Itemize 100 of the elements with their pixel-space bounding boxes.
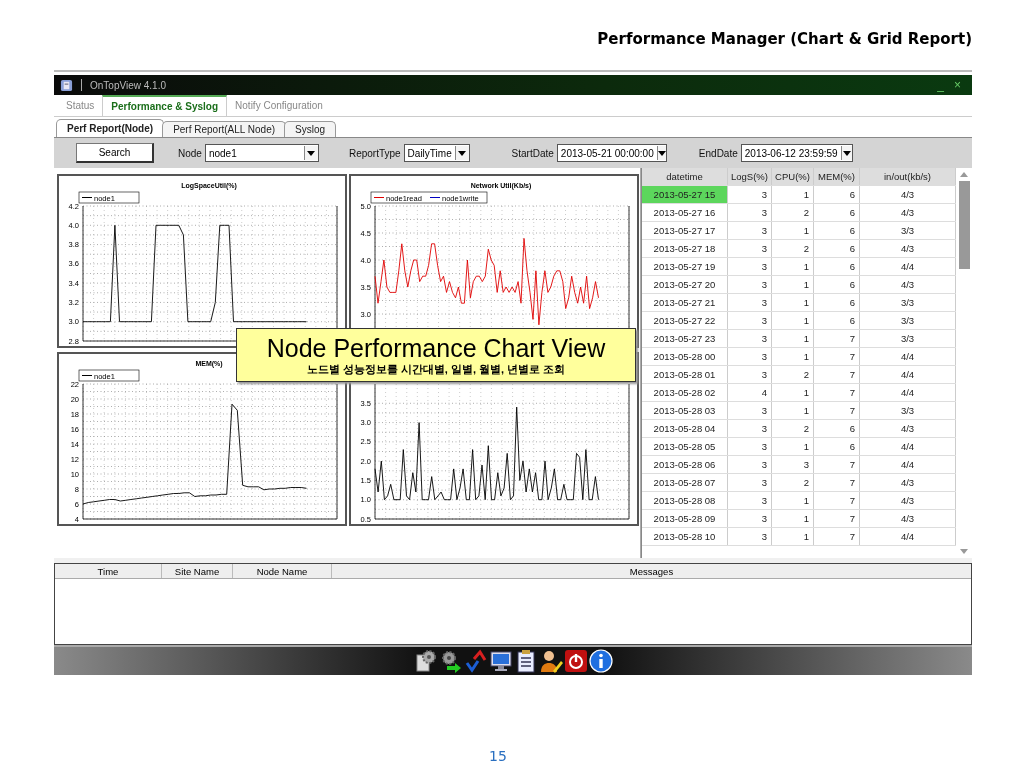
table-cell: 3 <box>728 438 772 455</box>
caret-icon <box>458 150 467 156</box>
column-header[interactable]: Time <box>55 564 162 578</box>
table-cell: 7 <box>814 384 860 401</box>
table-cell: 3 <box>728 402 772 419</box>
table-cell: 2013-05-28 03 <box>642 402 728 419</box>
user-pencil-icon[interactable] <box>538 649 563 673</box>
close-button[interactable]: × <box>949 78 966 92</box>
table-cell: 6 <box>814 294 860 311</box>
table-cell: 6 <box>814 438 860 455</box>
power-icon[interactable] <box>563 649 588 673</box>
table-cell: 2 <box>772 366 814 383</box>
callout-title: Node Performance Chart View <box>266 333 606 362</box>
table-cell: 6 <box>814 240 860 257</box>
table-cell: 1 <box>772 294 814 311</box>
gear-document-icon[interactable] <box>413 649 438 673</box>
table-cell: 6 <box>814 420 860 437</box>
slide-title: Performance Manager (Chart & Grid Report) <box>597 30 972 48</box>
table-cell: 1 <box>772 348 814 365</box>
table-cell: 3 <box>728 528 772 545</box>
table-cell: 3/3 <box>860 402 956 419</box>
page-number: 15 <box>489 748 507 764</box>
table-cell: 3 <box>728 204 772 221</box>
table-cell: 3 <box>728 240 772 257</box>
table-cell: 2013-05-27 15 <box>642 186 728 203</box>
dropdown[interactable]: 2013-06-12 23:59:59 <box>740 144 853 162</box>
monitor-icon[interactable] <box>488 649 513 673</box>
table-cell: 3 <box>728 456 772 473</box>
search-button[interactable]: Search <box>76 143 154 163</box>
app-icon <box>60 78 73 92</box>
sub-tab[interactable]: Syslog <box>284 121 337 137</box>
scroll-down-icon[interactable] <box>960 549 968 554</box>
table-cell: 2 <box>772 240 814 257</box>
table-cell: 4/4 <box>860 456 956 473</box>
table-cell: 3 <box>728 276 772 293</box>
caret-icon <box>842 150 851 156</box>
table-cell: 7 <box>814 510 860 527</box>
table-cell: 1 <box>772 438 814 455</box>
table-cell: 3/3 <box>860 312 956 329</box>
column-header[interactable]: CPU(%) <box>772 168 814 185</box>
dropdown[interactable]: DailyTime <box>403 144 470 162</box>
table-cell: 2 <box>772 474 814 491</box>
scroll-thumb[interactable] <box>958 181 970 269</box>
field-label: Node <box>178 147 202 159</box>
table-cell: 2013-05-28 00 <box>642 348 728 365</box>
field-label: EndDate <box>698 147 738 159</box>
table-cell: 6 <box>814 222 860 239</box>
table-cell: 7 <box>814 528 860 545</box>
table-cell: 1 <box>772 258 814 275</box>
table-cell: 2013-05-28 06 <box>642 456 728 473</box>
table-cell: 1 <box>772 222 814 239</box>
table-cell: 2013-05-28 08 <box>642 492 728 509</box>
table-cell: 4/3 <box>860 240 956 257</box>
table-cell: 3 <box>728 312 772 329</box>
table-cell: 7 <box>814 474 860 491</box>
table-cell: 2 <box>772 204 814 221</box>
column-header[interactable]: Node Name <box>233 564 332 578</box>
table-cell: 2013-05-28 09 <box>642 510 728 527</box>
minimize-button[interactable]: _ <box>932 78 949 92</box>
table-cell: 7 <box>814 366 860 383</box>
table-cell: 2013-05-27 20 <box>642 276 728 293</box>
table-cell: 4/4 <box>860 258 956 275</box>
table-cell: 2 <box>772 420 814 437</box>
table-cell: 4 <box>728 384 772 401</box>
table-cell: 7 <box>814 492 860 509</box>
table-cell: 1 <box>772 312 814 329</box>
column-header[interactable]: MEM(%) <box>814 168 860 185</box>
table-cell: 2013-05-27 22 <box>642 312 728 329</box>
sub-tab[interactable]: Perf Report(ALL Node) <box>162 121 287 137</box>
table-cell: 3/3 <box>860 330 956 347</box>
table-cell: 3/3 <box>860 222 956 239</box>
table-cell: 7 <box>814 348 860 365</box>
table-cell: 2013-05-28 07 <box>642 474 728 491</box>
table-cell: 4/3 <box>860 276 956 293</box>
table-cell: 2013-05-28 10 <box>642 528 728 545</box>
dropdown[interactable]: 2013-05-21 00:00:00 <box>556 144 667 162</box>
refresh-icon[interactable] <box>463 649 488 673</box>
table-cell: 2013-05-27 16 <box>642 204 728 221</box>
tab[interactable]: Performance & Syslog <box>102 95 228 116</box>
callout-subtitle: 노드별 성능정보를 시간대별, 일별, 월별, 년별로 조회 <box>306 361 566 377</box>
table-cell: 1 <box>772 528 814 545</box>
table-cell: 4/3 <box>860 204 956 221</box>
table-cell: 4/3 <box>860 420 956 437</box>
sub-tab[interactable]: Perf Report(Node) <box>56 119 165 137</box>
table-cell: 3 <box>728 510 772 527</box>
dropdown[interactable]: node1 <box>204 144 319 162</box>
column-header[interactable]: Messages <box>332 564 971 578</box>
table-cell: 3 <box>728 348 772 365</box>
table-cell: 2013-05-28 05 <box>642 438 728 455</box>
table-cell: 3/3 <box>860 294 956 311</box>
table-cell: 4/3 <box>860 474 956 491</box>
field-label: StartDate <box>511 147 554 159</box>
column-header[interactable]: Site Name <box>162 564 233 578</box>
table-cell: 3 <box>772 456 814 473</box>
info-icon[interactable] <box>588 649 613 673</box>
column-header[interactable]: in/out(kb/s) <box>860 168 956 185</box>
column-header[interactable]: LogS(%) <box>728 168 772 185</box>
scroll-up-icon[interactable] <box>960 172 968 177</box>
column-header[interactable]: datetime <box>642 168 728 185</box>
table-cell: 2013-05-27 21 <box>642 294 728 311</box>
